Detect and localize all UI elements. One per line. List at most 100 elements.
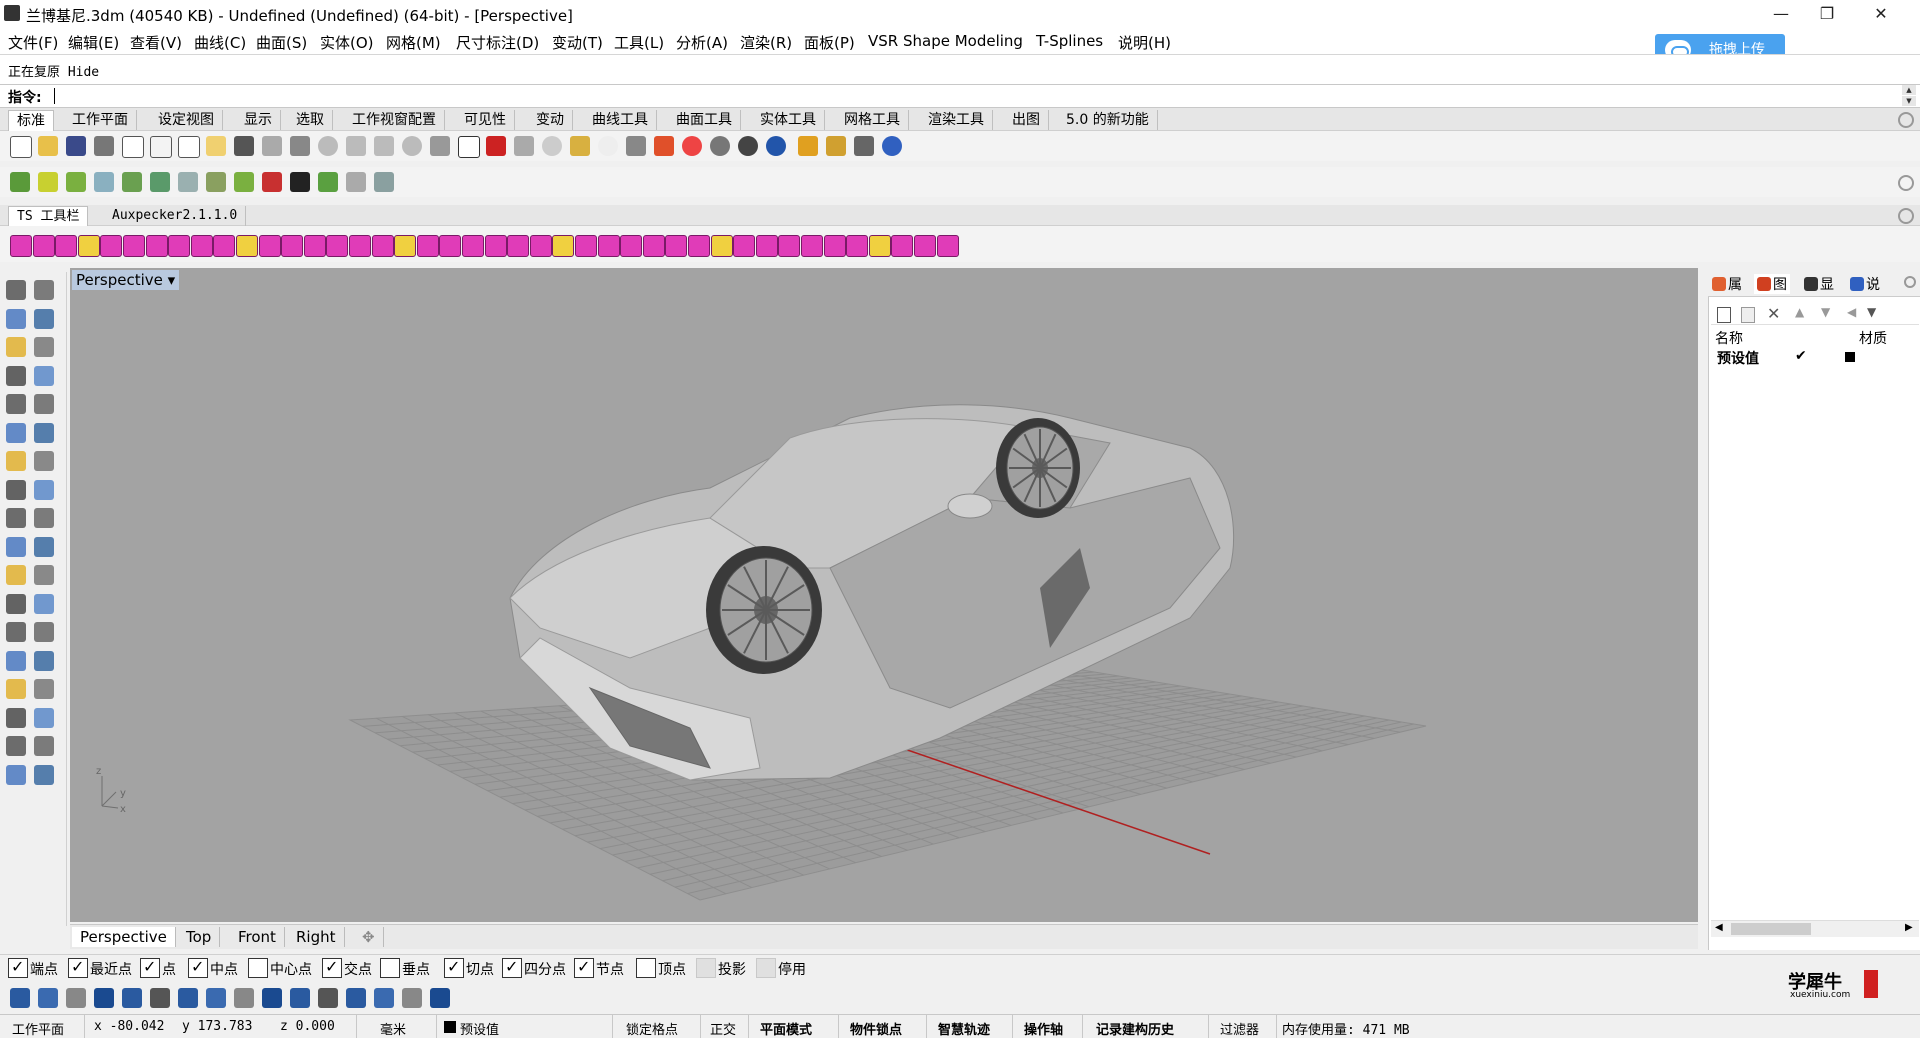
color-wheel-icon[interactable] xyxy=(682,136,702,156)
menu-curve[interactable]: 曲线(C) xyxy=(194,32,246,53)
vsr-icon-10[interactable] xyxy=(262,172,282,192)
status-grid-snap[interactable]: 锁定格点 xyxy=(626,1019,678,1038)
menu-analyze[interactable]: 分析(A) xyxy=(676,32,728,53)
vsr-icon-2[interactable] xyxy=(38,172,58,192)
viewport-title[interactable]: Perspective ▾ xyxy=(72,270,180,290)
ts-tool-icon-30[interactable] xyxy=(665,235,688,257)
left-tool-icon-9[interactable] xyxy=(6,394,26,414)
vsr-icon-13[interactable] xyxy=(346,172,366,192)
ts-tool-icon-22[interactable] xyxy=(484,235,507,257)
ts-tool-icon-38[interactable] xyxy=(846,235,869,257)
tab-layers[interactable]: 图 xyxy=(1754,274,1790,294)
ts-tool-icon-32[interactable] xyxy=(710,235,733,257)
menu-help[interactable]: 说明(H) xyxy=(1118,32,1171,53)
bottom-tool-icon-15[interactable] xyxy=(402,988,422,1008)
left-tool-icon-16[interactable] xyxy=(34,479,54,500)
status-layer[interactable]: 预设值 xyxy=(460,1019,499,1038)
left-tool-icon-36[interactable] xyxy=(34,764,54,785)
bottom-tool-icon-11[interactable] xyxy=(290,988,310,1008)
layer-icon[interactable] xyxy=(654,136,674,156)
left-tool-icon-24[interactable] xyxy=(34,593,54,614)
left-tool-icon-26[interactable] xyxy=(34,622,54,642)
ts-tool-icon-15[interactable] xyxy=(326,235,349,257)
osnap-4[interactable]: 中点 xyxy=(188,957,238,979)
left-tool-icon-17[interactable] xyxy=(6,508,26,528)
bottom-tool-icon-16[interactable] xyxy=(430,988,450,1008)
left-tool-icon-4[interactable] xyxy=(34,308,54,329)
tab-mesh-tools[interactable]: 网格工具 xyxy=(836,110,909,130)
vsr-icon-5[interactable] xyxy=(122,172,142,192)
new-layer-icon[interactable] xyxy=(1717,307,1731,323)
left-tool-icon-30[interactable] xyxy=(34,679,54,699)
ts-tool-icon-37[interactable] xyxy=(823,235,846,257)
column-material-header[interactable]: 材质 xyxy=(1859,328,1887,348)
ts-tool-icon-39[interactable] xyxy=(868,235,891,257)
toolbar-gear-icon[interactable] xyxy=(1898,175,1914,191)
status-planar[interactable]: 平面模式 xyxy=(760,1019,812,1038)
zoom-window-icon[interactable] xyxy=(346,136,366,156)
left-tool-icon-20[interactable] xyxy=(34,536,54,557)
ts-tool-icon-11[interactable] xyxy=(236,235,258,257)
menu-dimension[interactable]: 尺寸标注(D) xyxy=(456,32,539,53)
left-tool-icon-28[interactable] xyxy=(34,650,54,671)
tab-standard[interactable]: 标准 xyxy=(8,110,54,131)
perspective-viewport[interactable]: z y x xyxy=(70,268,1698,922)
osnap-checkbox[interactable] xyxy=(140,957,160,978)
new-file-icon[interactable] xyxy=(10,136,32,158)
add-viewport-icon[interactable]: ✥ xyxy=(354,927,384,947)
bottom-tool-icon-5[interactable] xyxy=(122,988,142,1008)
move-down-icon[interactable]: ▼ xyxy=(1821,305,1830,319)
left-tool-icon-10[interactable] xyxy=(34,394,54,414)
osnap-8[interactable]: 切点 xyxy=(444,957,494,979)
ts-tool-icon-17[interactable] xyxy=(371,235,394,257)
car-icon[interactable] xyxy=(486,136,506,156)
ts-gear-icon[interactable] xyxy=(1898,208,1914,224)
new-sublayer-icon[interactable] xyxy=(1741,307,1755,323)
tab-help-panel[interactable]: 说 xyxy=(1850,274,1880,294)
left-tool-icon-12[interactable] xyxy=(34,422,54,443)
ts-tool-icon-7[interactable] xyxy=(145,235,168,257)
tab-set-view[interactable]: 设定视图 xyxy=(150,110,223,130)
column-name-header[interactable]: 名称 xyxy=(1715,328,1743,348)
menu-mesh[interactable]: 网格(M) xyxy=(386,32,441,53)
wrench-icon[interactable] xyxy=(514,136,534,156)
tab-ts-toolbar[interactable]: TS 工具栏 xyxy=(8,206,89,227)
tab-right[interactable]: Right xyxy=(288,927,345,947)
status-units[interactable]: 毫米 xyxy=(380,1019,406,1038)
ts-tool-icon-26[interactable] xyxy=(575,235,597,257)
left-tool-icon-32[interactable] xyxy=(34,707,54,728)
ts-tool-icon-24[interactable] xyxy=(529,235,552,257)
pan-hand-icon[interactable] xyxy=(262,136,282,156)
ts-tool-icon-23[interactable] xyxy=(507,235,530,257)
ts-tool-icon-21[interactable] xyxy=(462,235,484,257)
bottom-tool-icon-12[interactable] xyxy=(318,988,338,1008)
bottom-tool-icon-7[interactable] xyxy=(178,988,198,1008)
tab-solid-tools[interactable]: 实体工具 xyxy=(752,110,825,130)
import-icon[interactable] xyxy=(122,136,144,158)
left-tool-icon-3[interactable] xyxy=(6,308,26,329)
status-smarttrack[interactable]: 智慧轨迹 xyxy=(938,1019,990,1038)
left-tool-icon-22[interactable] xyxy=(34,565,54,585)
left-tool-icon-27[interactable] xyxy=(6,650,26,671)
ts-tool-icon-36[interactable] xyxy=(801,235,823,257)
tab-surface-tools[interactable]: 曲面工具 xyxy=(668,110,741,130)
scroll-down-icon[interactable]: ▼ xyxy=(1902,96,1916,106)
vsr-icon-12[interactable] xyxy=(318,172,338,192)
osnap-checkbox[interactable] xyxy=(68,957,88,978)
panel-horizontal-scrollbar[interactable]: ◀ ▶ xyxy=(1711,920,1919,937)
ts-tool-icon-4[interactable] xyxy=(77,235,100,257)
left-tool-icon-11[interactable] xyxy=(6,422,26,443)
ts-tool-icon-9[interactable] xyxy=(190,235,213,257)
status-ortho[interactable]: 正交 xyxy=(710,1019,736,1038)
vsr-icon-7[interactable] xyxy=(178,172,198,192)
ts-tool-icon-33[interactable] xyxy=(733,235,756,257)
ts-tool-icon-41[interactable] xyxy=(914,235,936,257)
cut-icon[interactable] xyxy=(150,136,172,158)
left-tool-icon-2[interactable] xyxy=(34,280,54,300)
ts-tool-icon-18[interactable] xyxy=(394,235,417,257)
osnap-10[interactable]: 节点 xyxy=(574,957,624,979)
left-tool-icon-19[interactable] xyxy=(6,536,26,557)
tab-properties[interactable]: 属 xyxy=(1712,274,1742,294)
osnap-icon[interactable] xyxy=(542,136,562,156)
osnap-9[interactable]: 四分点 xyxy=(502,957,566,979)
